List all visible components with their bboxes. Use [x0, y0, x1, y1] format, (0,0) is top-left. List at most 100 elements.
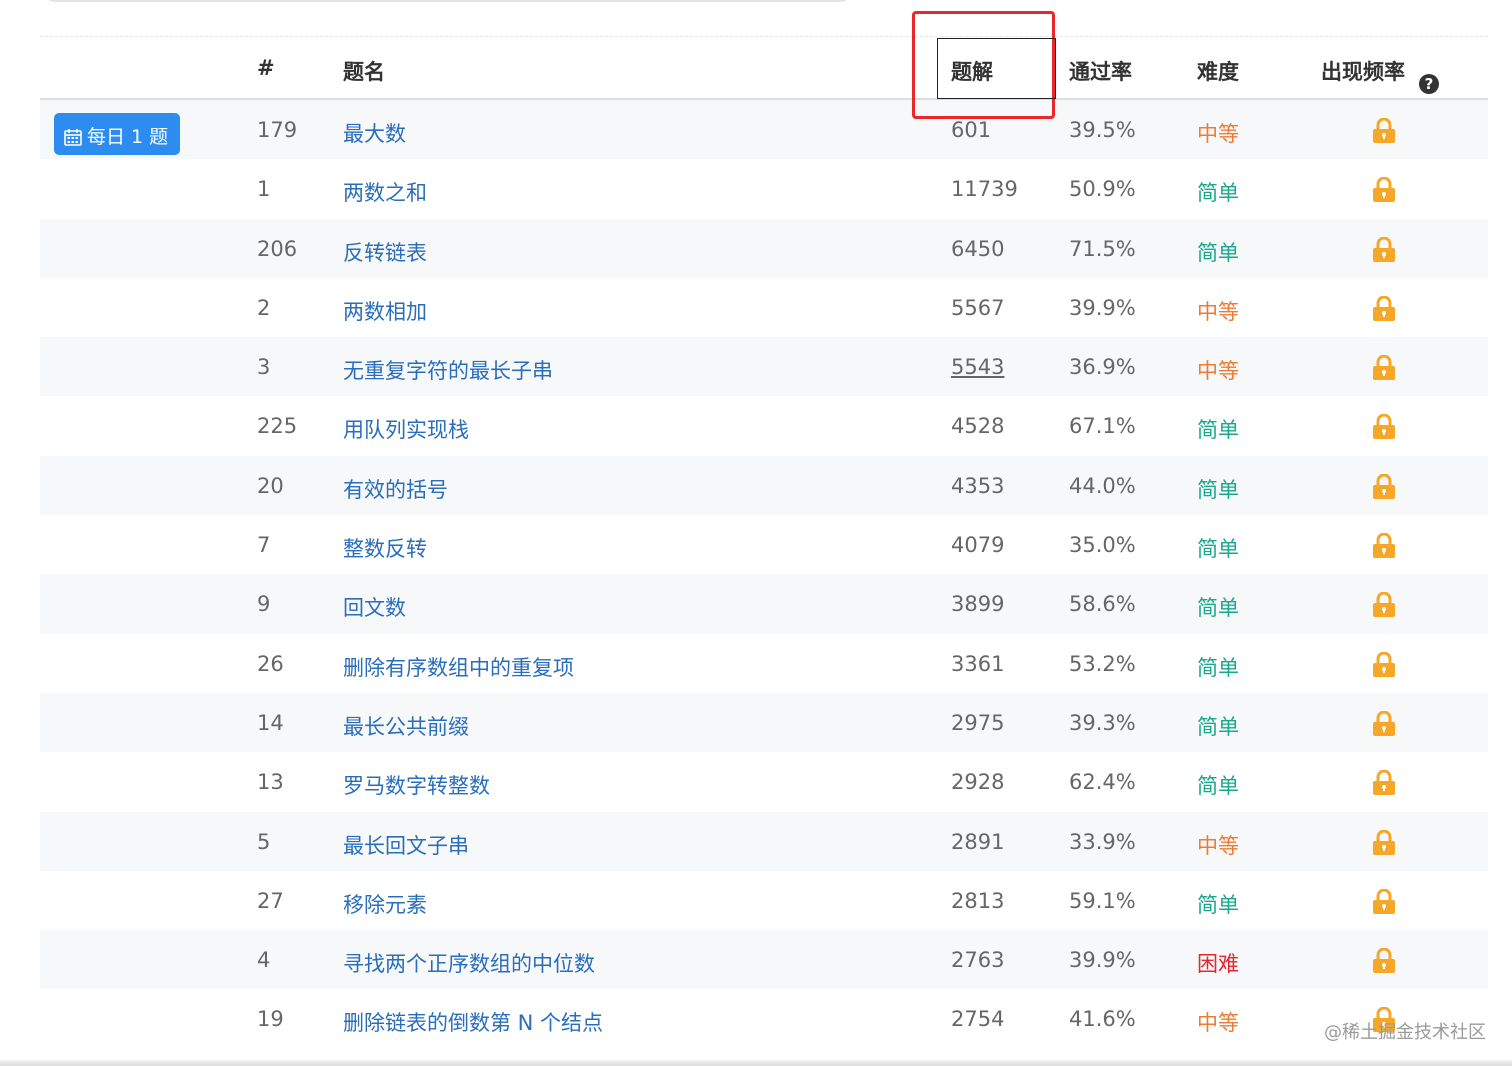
solutions-count[interactable]: 2975 — [951, 711, 1004, 735]
solutions-count[interactable]: 5543 — [951, 355, 1004, 379]
lock-icon[interactable] — [1372, 710, 1396, 737]
lock-icon[interactable] — [1372, 354, 1396, 381]
difficulty-label: 中等 — [1197, 833, 1239, 858]
problem-number: 2 — [257, 295, 271, 320]
acceptance-rate: 67.1% — [1069, 414, 1136, 439]
header-num[interactable]: # — [257, 56, 275, 80]
focus-outline — [937, 38, 1056, 99]
problem-title-link[interactable]: 删除有序数组中的重复项 — [343, 652, 574, 682]
problem-title-link[interactable]: 无重复字符的最长子串 — [343, 355, 553, 385]
daily-problem-badge[interactable]: 每日 1 题 — [54, 113, 180, 155]
acceptance-rate: 44.0% — [1069, 473, 1136, 498]
solutions-count[interactable]: 5567 — [951, 296, 1004, 320]
problem-number: 19 — [257, 1007, 284, 1032]
header-frequency[interactable]: 出现频率? — [1321, 56, 1439, 94]
lock-icon[interactable] — [1372, 888, 1396, 915]
lock-icon[interactable] — [1372, 414, 1396, 440]
calendar-icon — [64, 128, 82, 151]
table-header: # 题名 题解 通过率 难度 出现频率? — [40, 38, 1488, 100]
solutions-count[interactable]: 2891 — [951, 830, 1004, 854]
solutions-count[interactable]: 2928 — [951, 770, 1004, 794]
acceptance-rate: 39.9% — [1069, 948, 1136, 973]
search-bar-edge[interactable] — [40, 0, 855, 2]
difficulty-label: 中等 — [1197, 122, 1239, 146]
difficulty-label: 简单 — [1197, 537, 1239, 562]
table-row: 225 用队列实现栈 4528 67.1% 简单 — [40, 396, 1488, 455]
acceptance-rate: 53.2% — [1069, 651, 1136, 676]
solutions-count[interactable]: 3899 — [951, 592, 1004, 616]
difficulty-label: 简单 — [1197, 477, 1239, 502]
problem-table: # 题名 题解 通过率 难度 出现频率? 每日 1 题 179 最大数 601 39.5… — [40, 38, 1488, 1049]
problem-title-link[interactable]: 整数反转 — [343, 533, 427, 563]
solutions-count[interactable]: 4353 — [951, 474, 1004, 498]
lock-icon[interactable] — [1372, 117, 1396, 144]
difficulty-label: 中等 — [1197, 359, 1239, 384]
problem-title-link[interactable]: 删除链表的倒数第 N 个结点 — [343, 1007, 603, 1037]
problem-number: 20 — [257, 473, 284, 498]
problem-number: 26 — [257, 651, 284, 676]
lock-icon[interactable] — [1372, 651, 1396, 678]
acceptance-rate: 62.4% — [1069, 770, 1136, 795]
problem-number: 14 — [257, 710, 284, 735]
table-row: 26 删除有序数组中的重复项 3361 53.2% 简单 — [40, 634, 1488, 693]
solutions-count[interactable]: 11739 — [951, 177, 1018, 201]
problem-title-link[interactable]: 回文数 — [343, 592, 406, 622]
problem-number: 4 — [257, 948, 271, 973]
solutions-count[interactable]: 6450 — [951, 237, 1004, 261]
lock-icon[interactable] — [1372, 769, 1396, 796]
problem-title-link[interactable]: 最大数 — [343, 118, 406, 148]
acceptance-rate: 36.9% — [1069, 355, 1136, 380]
problem-number: 13 — [257, 770, 284, 795]
solutions-count[interactable]: 2754 — [951, 1007, 1004, 1031]
difficulty-label: 简单 — [1197, 655, 1239, 680]
solutions-count[interactable]: 2813 — [951, 889, 1004, 913]
solutions-count[interactable]: 601 — [951, 118, 991, 142]
lock-icon[interactable] — [1372, 947, 1396, 974]
lock-icon[interactable] — [1372, 591, 1396, 618]
lock-icon[interactable] — [1372, 532, 1396, 559]
acceptance-rate: 58.6% — [1069, 592, 1136, 617]
problem-number: 179 — [257, 118, 298, 142]
acceptance-rate: 33.9% — [1069, 829, 1136, 854]
problem-title-link[interactable]: 用队列实现栈 — [343, 414, 469, 444]
page-bottom-edge — [0, 1060, 1512, 1066]
problem-title-link[interactable]: 最长公共前缀 — [343, 711, 469, 741]
lock-icon[interactable] — [1372, 176, 1396, 203]
problem-number: 5 — [257, 829, 271, 854]
table-row: 20 有效的括号 4353 44.0% 简单 — [40, 455, 1488, 516]
problem-title-link[interactable]: 有效的括号 — [343, 474, 448, 504]
solutions-count[interactable]: 2763 — [951, 948, 1004, 972]
solutions-count[interactable]: 3361 — [951, 652, 1004, 676]
table-row: 9 回文数 3899 58.6% 简单 — [40, 574, 1488, 634]
table-body: 每日 1 题 179 最大数 601 39.5% 中等 1 两数之和 11739 50.9% 简单 2… — [40, 100, 1488, 1049]
problem-title-link[interactable]: 最长回文子串 — [343, 830, 469, 860]
header-title[interactable]: 题名 — [343, 56, 385, 86]
problem-title-link[interactable]: 两数相加 — [343, 296, 427, 326]
header-frequency-label: 出现频率 — [1321, 60, 1405, 84]
question-circle-icon[interactable]: ? — [1419, 74, 1439, 94]
problem-title-link[interactable]: 反转链表 — [343, 237, 427, 267]
lock-icon[interactable] — [1372, 295, 1396, 322]
problem-title-link[interactable]: 罗马数字转整数 — [343, 770, 490, 800]
problem-number: 7 — [257, 533, 271, 558]
lock-icon[interactable] — [1372, 236, 1396, 263]
difficulty-label: 简单 — [1197, 596, 1239, 621]
problem-number: 27 — [257, 888, 284, 913]
difficulty-label: 简单 — [1197, 418, 1239, 443]
problem-number: 225 — [257, 414, 298, 439]
difficulty-label: 中等 — [1197, 1011, 1239, 1036]
table-row: 19 删除链表的倒数第 N 个结点 2754 41.6% 中等 — [40, 989, 1488, 1048]
acceptance-rate: 71.5% — [1069, 236, 1136, 261]
problem-title-link[interactable]: 寻找两个正序数组的中位数 — [343, 948, 595, 978]
problem-number: 3 — [257, 355, 271, 380]
problem-title-link[interactable]: 两数之和 — [343, 177, 427, 207]
acceptance-rate: 39.5% — [1069, 118, 1136, 142]
divider — [40, 36, 1488, 37]
lock-icon[interactable] — [1372, 829, 1396, 856]
solutions-count[interactable]: 4528 — [951, 414, 1004, 438]
header-difficulty[interactable]: 难度 — [1197, 56, 1239, 86]
problem-title-link[interactable]: 移除元素 — [343, 889, 427, 919]
lock-icon[interactable] — [1372, 473, 1396, 500]
solutions-count[interactable]: 4079 — [951, 533, 1004, 557]
header-acceptance[interactable]: 通过率 — [1069, 56, 1132, 86]
